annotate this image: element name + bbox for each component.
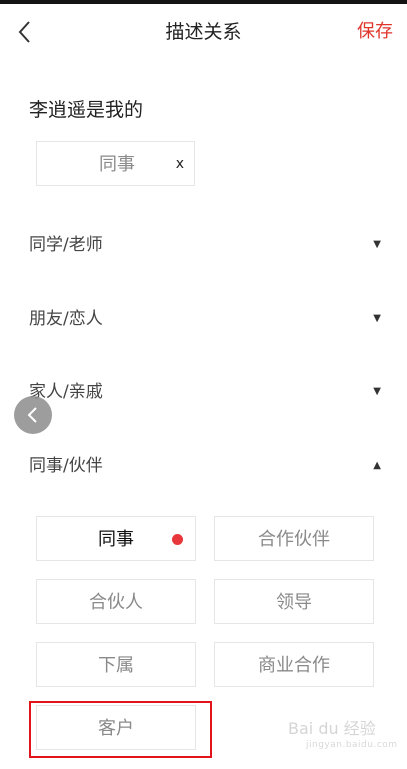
highlight-annotation [29,701,212,758]
expand-arrow-icon: ▼ [373,313,381,324]
tag-label: 商业合作 [258,655,330,676]
category-colleagues-partners[interactable]: 同事/伙伴 ▲ [0,446,407,486]
tag-subordinate[interactable]: 下属 [36,642,196,687]
watermark: Bai du 经验 [288,719,376,738]
tag-label: 下属 [98,655,134,676]
page-title: 描述关系 [165,21,242,43]
tag-label: 领导 [276,592,312,613]
tag-partner[interactable]: 合作伙伴 [214,516,374,561]
relation-prompt: 李逍遥是我的 [29,99,144,121]
tag-cofounder[interactable]: 合伙人 [36,579,196,624]
chevron-left-icon [27,407,37,423]
category-friends-lovers[interactable]: 朋友/恋人 ▼ [0,299,407,339]
tag-business-partner[interactable]: 商业合作 [214,642,374,687]
category-label: 同事/伙伴 [29,456,103,476]
expand-arrow-icon: ▼ [373,239,381,250]
selected-relation-chip: 同事 x [36,141,195,186]
selected-relation-label: 同事 [99,154,135,175]
category-classmates-teachers[interactable]: 同学/老师 ▼ [0,225,407,265]
floating-back-button[interactable] [14,396,52,434]
tag-label: 合作伙伴 [258,529,330,550]
header: 描述关系 保存 [0,4,407,60]
category-family-relatives[interactable]: 家人/亲戚 ▼ [0,372,407,412]
tag-label: 同事 [98,529,134,550]
expand-arrow-icon: ▼ [373,386,381,397]
remove-relation-button[interactable]: x [176,142,184,187]
tag-leader[interactable]: 领导 [214,579,374,624]
category-label: 同学/老师 [29,235,103,255]
selected-dot-icon [172,534,183,545]
tag-colleague[interactable]: 同事 [36,516,196,561]
collapse-arrow-icon: ▲ [373,460,381,471]
tag-label: 合伙人 [89,592,143,613]
category-label: 朋友/恋人 [29,309,103,329]
watermark-domain: jingyan.baidu.com [306,740,398,750]
save-button[interactable]: 保存 [357,18,393,46]
